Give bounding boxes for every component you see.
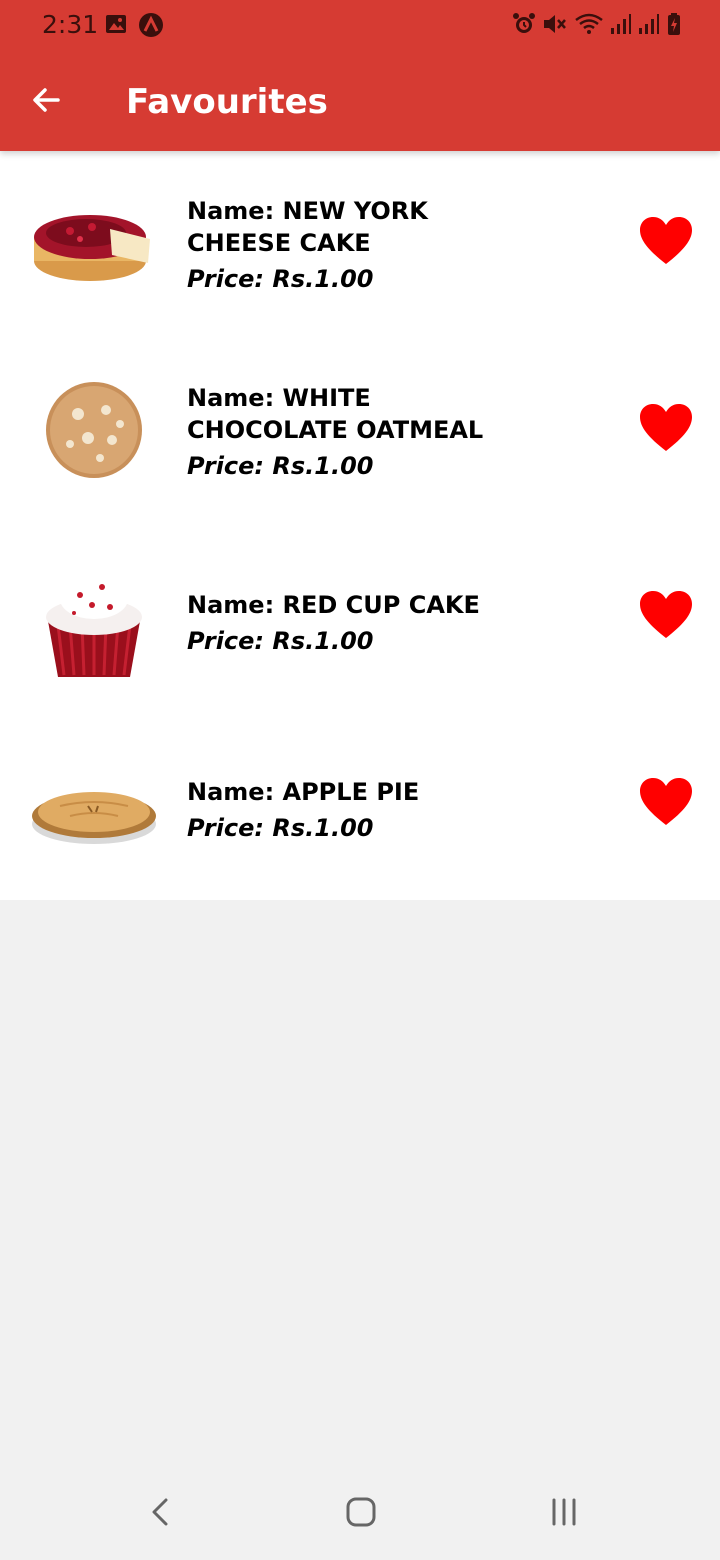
arrow-back-icon <box>30 84 62 121</box>
item-details: Name: APPLE PIE Price: Rs.1.00 <box>187 776 507 844</box>
alarm-icon <box>512 12 536 41</box>
heart-icon <box>638 590 694 645</box>
item-price: Price: Rs.1.00 <box>187 265 374 293</box>
nav-home-button[interactable] <box>331 1494 391 1534</box>
back-nav-icon <box>148 1496 172 1533</box>
product-image <box>30 366 158 494</box>
product-image <box>30 555 158 683</box>
nav-recents-button[interactable] <box>534 1494 594 1534</box>
favourite-button[interactable] <box>634 774 698 834</box>
item-name-line: CHEESE CAKE <box>187 229 371 257</box>
item-name-line: Name: WHITE <box>187 384 371 412</box>
item-price: Price: Rs.1.00 <box>187 814 374 842</box>
list-item[interactable]: Name: RED CUP CAKE Price: Rs.1.00 <box>0 525 720 712</box>
item-details: Name: WHITE CHOCOLATE OATMEAL Price: Rs.… <box>187 382 507 482</box>
list-item[interactable]: Name: NEW YORK CHEESE CAKE Price: Rs.1.0… <box>0 151 720 338</box>
app-a-icon <box>138 12 164 43</box>
signal-icon <box>638 12 660 41</box>
back-button[interactable] <box>18 74 74 130</box>
item-name: Name: NEW YORK CHEESE CAKE <box>187 195 507 259</box>
item-name: Name: WHITE CHOCOLATE OATMEAL <box>187 382 507 446</box>
status-time: 2:31 <box>42 10 99 39</box>
heart-icon <box>638 403 694 458</box>
app-bar: Favourites <box>0 52 720 151</box>
item-name-line: CHOCOLATE OATMEAL <box>187 416 484 444</box>
heart-icon <box>638 216 694 271</box>
page-title: Favourites <box>126 82 328 122</box>
product-image <box>30 179 158 307</box>
system-nav-bar <box>0 1476 720 1560</box>
favourite-button[interactable] <box>634 213 698 273</box>
list-item[interactable]: Name: WHITE CHOCOLATE OATMEAL Price: Rs.… <box>0 338 720 525</box>
top-bar: 2:31 Favourites <box>0 0 720 151</box>
favourite-button[interactable] <box>634 587 698 647</box>
product-image <box>30 740 158 868</box>
favourites-list: Name: NEW YORK CHEESE CAKE Price: Rs.1.0… <box>0 151 720 900</box>
mute-icon <box>542 12 568 41</box>
heart-icon <box>638 777 694 832</box>
favourite-button[interactable] <box>634 400 698 460</box>
status-bar: 2:31 <box>0 0 720 52</box>
item-name-line: Name: APPLE PIE <box>187 778 420 806</box>
image-icon <box>104 12 128 43</box>
list-item[interactable]: Name: APPLE PIE Price: Rs.1.00 <box>0 712 720 899</box>
item-details: Name: RED CUP CAKE Price: Rs.1.00 <box>187 589 507 657</box>
item-name: Name: RED CUP CAKE <box>187 589 507 621</box>
item-name-line: Name: NEW YORK <box>187 197 428 225</box>
wifi-icon <box>574 12 604 41</box>
nav-back-button[interactable] <box>130 1494 190 1534</box>
recents-nav-icon <box>549 1496 579 1533</box>
item-price: Price: Rs.1.00 <box>187 627 374 655</box>
home-nav-icon <box>345 1496 377 1533</box>
item-details: Name: NEW YORK CHEESE CAKE Price: Rs.1.0… <box>187 195 507 295</box>
item-name: Name: APPLE PIE <box>187 776 507 808</box>
signal-icon <box>610 12 632 41</box>
battery-charging-icon <box>666 12 682 41</box>
item-price: Price: Rs.1.00 <box>187 452 374 480</box>
item-name-line: Name: RED CUP CAKE <box>187 591 480 619</box>
